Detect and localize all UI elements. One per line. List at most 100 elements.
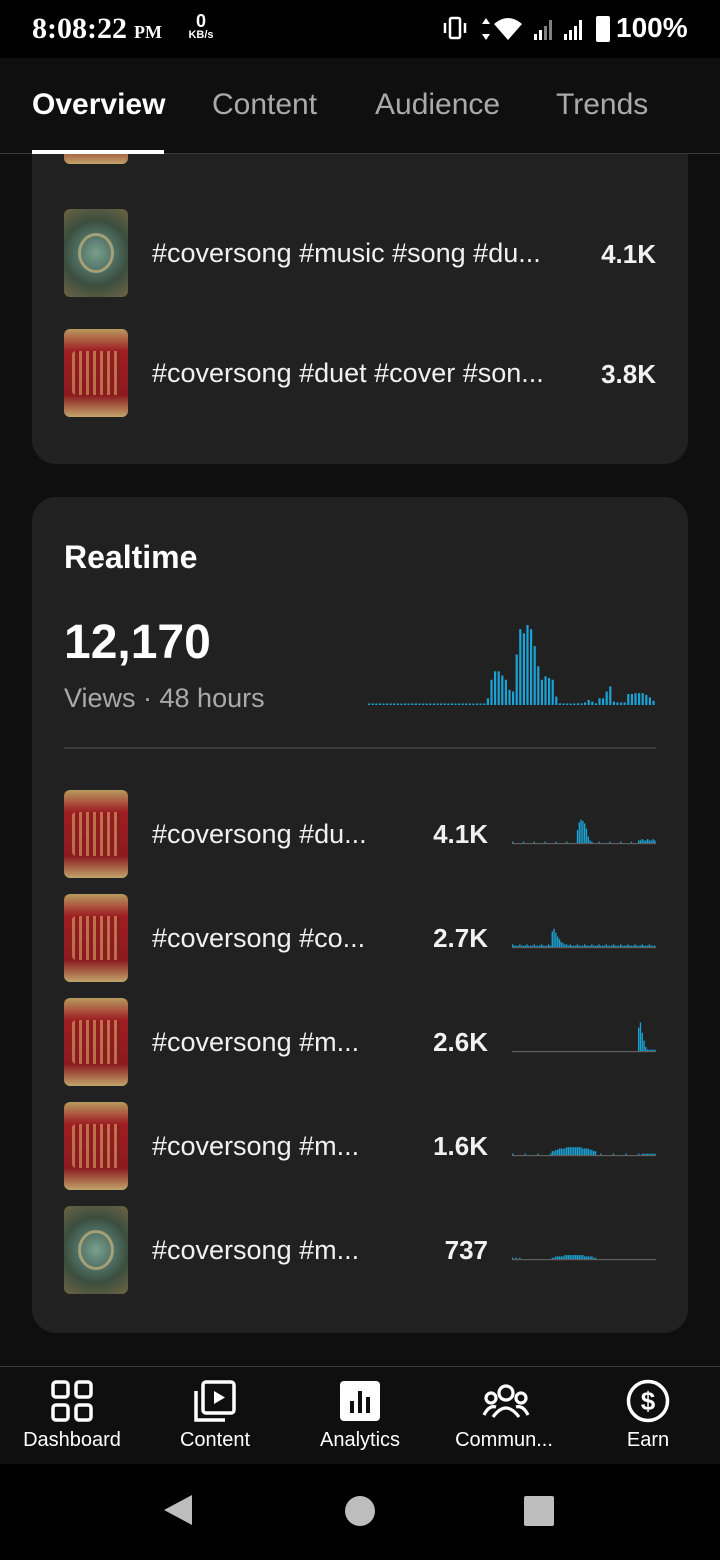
- sparkline-bar: [512, 944, 514, 947]
- tab-content[interactable]: Content: [212, 88, 317, 122]
- video-thumbnail[interactable]: [64, 1206, 128, 1294]
- sparkline-bar: [551, 931, 553, 947]
- chart-bar: [497, 671, 500, 705]
- nav-earn[interactable]: $ Earn: [576, 1367, 720, 1465]
- sparkline-bar: [558, 939, 561, 947]
- video-thumbnail[interactable]: [64, 329, 128, 417]
- svg-text:$: $: [641, 1386, 656, 1416]
- video-thumbnail[interactable]: [64, 1102, 128, 1190]
- realtime-bar-chart: [368, 625, 655, 705]
- nav-label: Analytics: [319, 1429, 401, 1451]
- video-thumbnail[interactable]: [64, 998, 128, 1086]
- battery-icon: [596, 16, 610, 42]
- signal-icon-1: [534, 20, 552, 40]
- sparkline-bar: [582, 945, 584, 947]
- sparkline-bar: [526, 944, 528, 947]
- chart-bar: [479, 703, 482, 705]
- sparkline-bar: [566, 1147, 568, 1155]
- tab-trends[interactable]: Trends: [556, 88, 648, 122]
- sparkline-bar: [566, 841, 568, 843]
- video-title[interactable]: #coversong #co...: [152, 923, 365, 954]
- sparkline-bar: [512, 841, 514, 843]
- analytics-scroll-area[interactable]: #coversong #music #song #du... 4.1K #cov…: [0, 154, 720, 1366]
- video-thumbnail[interactable]: [64, 154, 128, 164]
- chart-bar: [605, 691, 608, 705]
- tab-overview[interactable]: Overview: [32, 88, 165, 122]
- sparkline-bar: [618, 945, 620, 947]
- sparkline-bar: [549, 945, 552, 947]
- sparkline-bar: [558, 1148, 561, 1155]
- video-title[interactable]: #coversong #duet #cover #son...: [152, 358, 544, 389]
- chart-bar: [515, 654, 518, 705]
- chart-bar: [494, 671, 497, 705]
- sparkline-baseline: [512, 1259, 656, 1261]
- video-thumbnail[interactable]: [64, 209, 128, 297]
- sparkline-bar: [591, 1256, 593, 1259]
- chart-bar: [512, 691, 515, 705]
- video-title[interactable]: #coversong #music #song #du...: [152, 238, 541, 269]
- sparkline-bar: [587, 945, 589, 947]
- video-title[interactable]: #coversong #m...: [152, 1027, 359, 1058]
- realtime-card[interactable]: Realtime 12,170 Views · 48 hours #covers…: [32, 497, 688, 1333]
- sparkline-bar: [654, 1049, 656, 1051]
- sparkline-bar: [539, 945, 541, 947]
- sparkline-bar: [578, 1255, 580, 1259]
- tab-audience[interactable]: Audience: [375, 88, 500, 122]
- chart-bar: [652, 700, 655, 705]
- sparkline-bar: [636, 945, 638, 947]
- chart-bar: [454, 703, 457, 705]
- nav-community[interactable]: Commun...: [432, 1367, 576, 1465]
- video-thumbnail[interactable]: [64, 790, 128, 878]
- chart-bar: [530, 629, 533, 705]
- chart-bar: [486, 698, 489, 705]
- nav-content[interactable]: Content: [143, 1367, 287, 1465]
- sparkline-bar: [596, 945, 598, 947]
- sparkline-bar: [585, 828, 588, 843]
- sparkline-bar: [571, 1255, 573, 1259]
- status-ampm: PM: [134, 22, 162, 42]
- recents-button[interactable]: [524, 1496, 554, 1526]
- sparkline-bar: [594, 945, 597, 947]
- sparkline-bar: [573, 1255, 575, 1259]
- home-button[interactable]: [345, 1496, 375, 1526]
- video-views: 4.1K: [433, 819, 488, 849]
- chart-bar: [447, 703, 450, 705]
- sparkline-bar: [591, 944, 593, 947]
- chart-bar: [562, 703, 565, 705]
- chart-bar: [429, 703, 432, 705]
- video-title[interactable]: #coversong #m...: [152, 1131, 359, 1162]
- chart-bar: [422, 703, 425, 705]
- sparkline-bar: [591, 841, 593, 843]
- chart-bar: [580, 703, 583, 705]
- nav-analytics[interactable]: Analytics: [288, 1367, 432, 1465]
- sparkline-bar: [625, 945, 627, 947]
- sparkline-bar: [535, 945, 537, 947]
- sparkline-bar: [643, 945, 645, 947]
- sparkline-bar: [533, 841, 535, 843]
- video-views: 2.6K: [433, 1027, 488, 1057]
- sparkline-bar: [578, 1147, 580, 1155]
- video-title[interactable]: #coversong #du...: [152, 819, 367, 850]
- back-button[interactable]: [164, 1495, 192, 1525]
- chart-bar: [461, 703, 464, 705]
- sparkline-bar: [593, 945, 595, 947]
- active-tab-indicator: [32, 150, 164, 154]
- sparkline-bar: [564, 944, 566, 947]
- analytics-icon: [340, 1381, 380, 1421]
- sparkline-bar: [513, 945, 516, 947]
- wifi-icon: [494, 18, 522, 40]
- sparkline-bar: [652, 1153, 654, 1155]
- nav-dashboard[interactable]: Dashboard: [0, 1367, 144, 1465]
- chart-bar: [641, 693, 644, 705]
- sparkline-bar: [569, 1147, 571, 1155]
- sparkline-bar: [571, 945, 573, 947]
- sparkline-bar: [616, 945, 618, 947]
- video-thumbnail[interactable]: [64, 894, 128, 982]
- sparkline-bar: [639, 945, 642, 947]
- sparkline-bar: [611, 945, 613, 947]
- chart-bar: [504, 679, 507, 705]
- sparkline-bar: [589, 945, 591, 947]
- sparkline-bar: [575, 1255, 577, 1259]
- video-title[interactable]: #coversong #m...: [152, 1235, 359, 1266]
- chart-bar: [396, 703, 399, 705]
